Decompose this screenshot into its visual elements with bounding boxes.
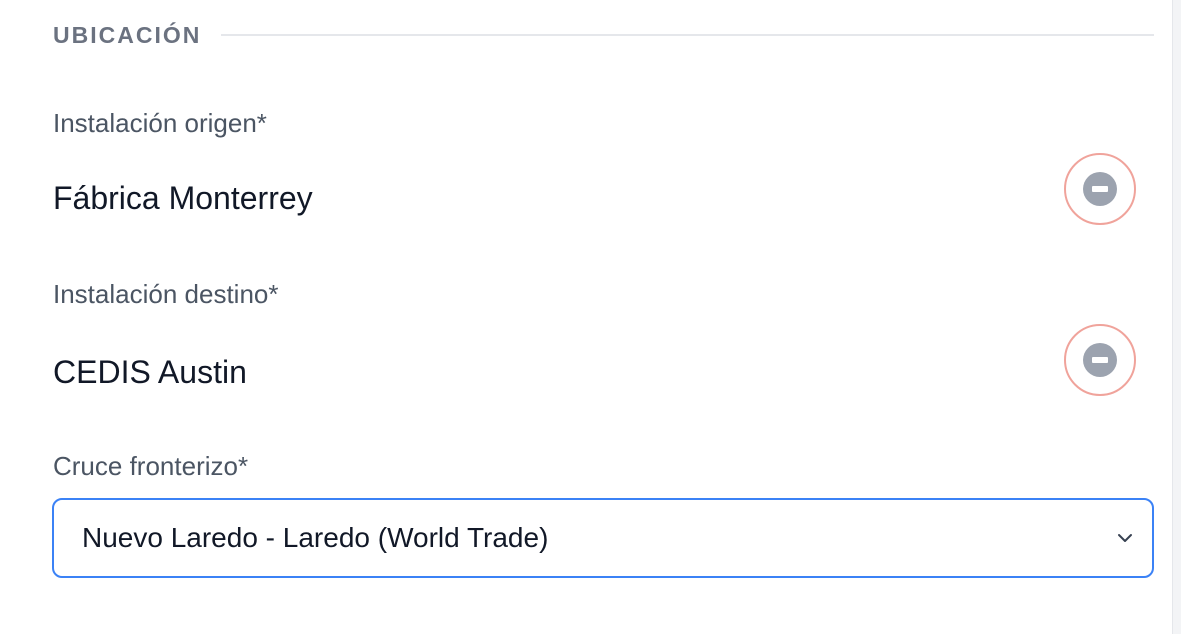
scrollbar-track[interactable] (1172, 0, 1181, 634)
location-form-panel: UBICACIÓN Instalación origen* Fábrica Mo… (0, 0, 1172, 634)
section-divider (221, 34, 1154, 36)
destination-label: Instalación destino* (53, 279, 279, 309)
origin-value: Fábrica Monterrey (53, 180, 313, 216)
minus-circle-icon (1083, 343, 1117, 377)
border-crossing-selected-value: Nuevo Laredo - Laredo (World Trade) (82, 522, 549, 553)
minus-circle-icon (1083, 172, 1117, 206)
origin-label: Instalación origen* (53, 108, 267, 138)
chevron-down-icon (1118, 534, 1132, 542)
section-header: UBICACIÓN (53, 20, 1154, 50)
border-crossing-label: Cruce fronterizo* (53, 451, 249, 481)
section-title: UBICACIÓN (53, 21, 202, 48)
remove-destination-button[interactable] (1064, 324, 1136, 396)
destination-value: CEDIS Austin (53, 354, 247, 390)
border-crossing-select[interactable]: Nuevo Laredo - Laredo (World Trade) (52, 498, 1154, 578)
remove-origin-button[interactable] (1064, 153, 1136, 225)
